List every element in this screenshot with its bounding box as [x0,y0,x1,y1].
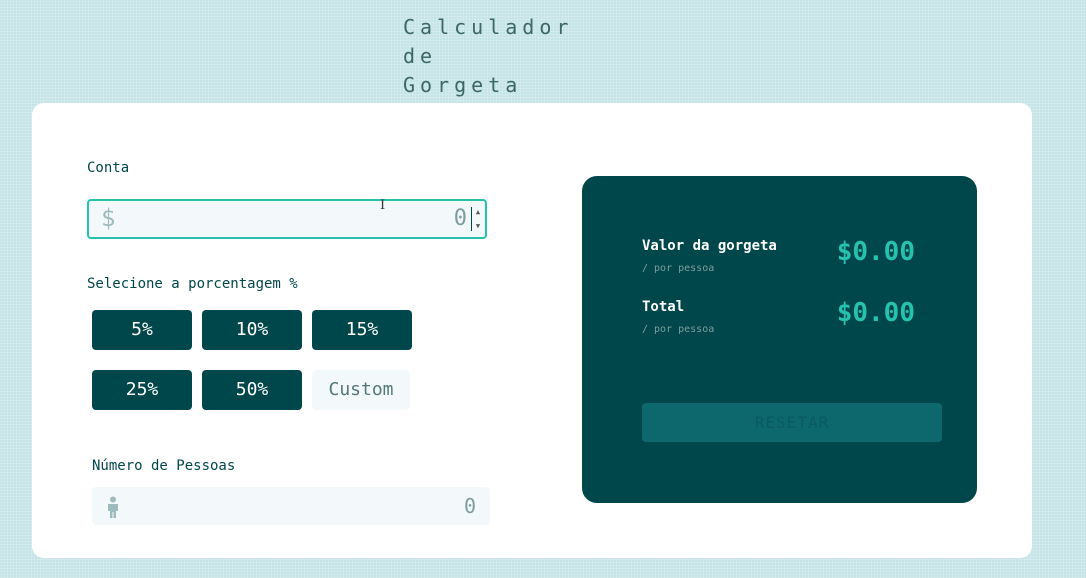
tip-button-15[interactable]: 15% [312,310,412,350]
app-title-line-1: Calculador [403,15,574,39]
text-caret [471,207,472,231]
tip-button-10[interactable]: 10% [202,310,302,350]
number-spinner[interactable]: ▲ ▼ [473,205,483,233]
i-beam-cursor-icon: I [380,198,386,213]
tip-button-5[interactable]: 5% [92,310,192,350]
app-title-line-3: Gorgeta [403,73,523,97]
dollar-icon: $ [101,204,116,232]
tip-amount-sublabel: / por pessoa [642,263,715,274]
people-label: Número de Pessoas [92,458,236,474]
tip-amount-value: $0.00 [836,237,915,267]
tip-amount-label: Valor da gorgeta [642,238,777,254]
total-label: Total [642,299,685,315]
reset-button[interactable]: RESETAR [642,403,942,442]
tip-button-25[interactable]: 25% [92,370,192,410]
bill-input[interactable]: $ 0 ▲ ▼ [87,199,487,239]
app-title: Calculador de Gorgeta [403,13,593,100]
people-input[interactable]: 0 [92,487,490,525]
person-icon [108,496,118,518]
tip-percentage-label: Selecione a porcentagem % [87,276,298,292]
result-panel: Valor da gorgeta / por pessoa $0.00 Tota… [582,176,977,503]
tip-button-50[interactable]: 50% [202,370,302,410]
total-value: $0.00 [836,298,915,328]
app-title-line-2: de [403,44,438,68]
bill-label: Conta [87,160,130,176]
people-value: 0 [463,494,476,518]
custom-tip-input[interactable]: Custom [312,370,410,410]
bill-value: 0 [453,206,467,231]
total-sublabel: / por pessoa [642,324,715,335]
